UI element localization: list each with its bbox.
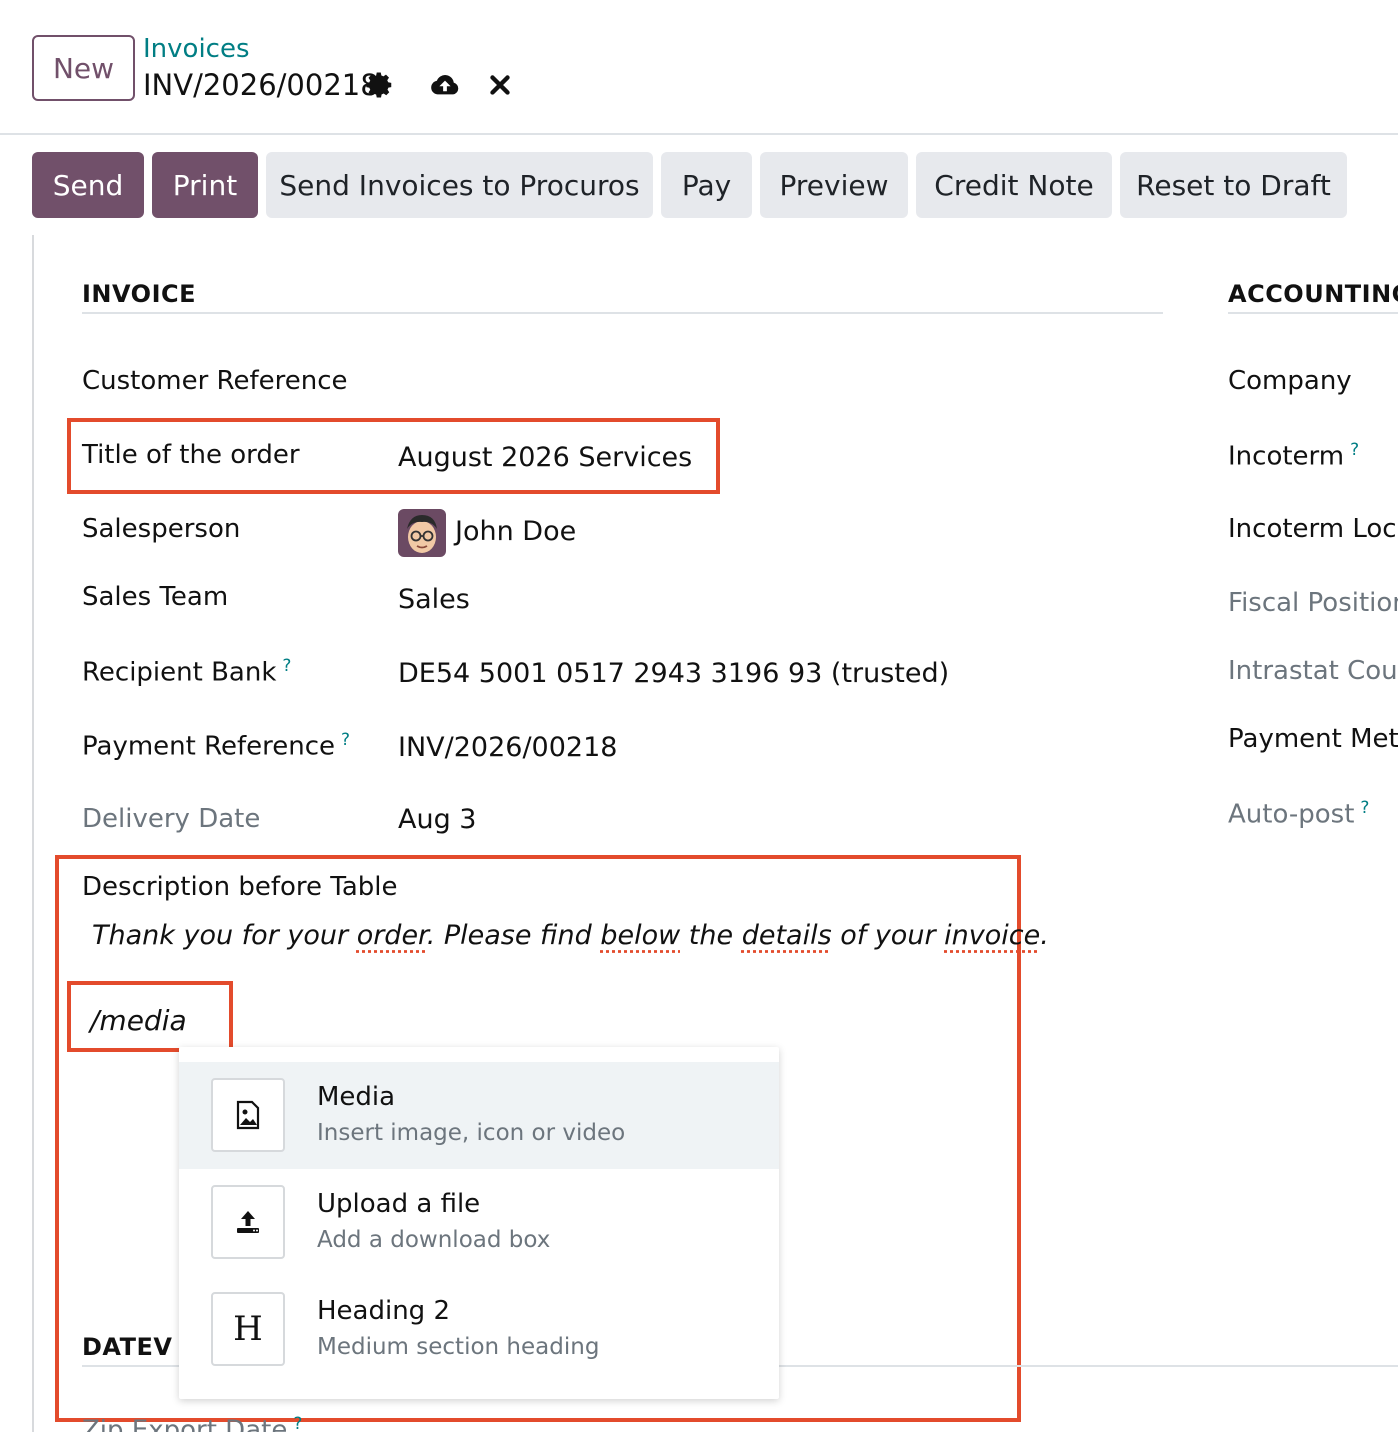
help-icon[interactable]: ? [341,730,350,750]
accounting-section-title: ACCOUNTING [1228,280,1398,308]
breadcrumb-invoices[interactable]: Invoices [143,34,250,64]
powerbox-item-description: Add a download box [317,1227,550,1253]
powerbox-dropdown: Media Insert image, icon or video Upload… [179,1047,779,1399]
powerbox-item-description: Insert image, icon or video [317,1120,625,1146]
delivery-date-label: Delivery Date [82,804,260,834]
gear-icon[interactable] [365,70,395,100]
cloud-upload-icon[interactable] [430,70,460,100]
intrastat-country-label: Intrastat Country [1228,656,1398,686]
editor-command-input[interactable]: /media [90,1004,187,1037]
description-editor-text[interactable]: Thank you for your order. Please find be… [92,920,1049,951]
fiscal-position-label: Fiscal Position [1228,588,1398,618]
description-label: Description before Table [82,872,398,902]
incoterm-location-label: Incoterm Location [1228,514,1398,544]
invoice-section-divider [82,312,1163,314]
powerbox-item-heading2[interactable]: H Heading 2 Medium section heading [179,1276,779,1383]
title-of-order-label: Title of the order [82,440,300,470]
invoice-section-title: INVOICE [82,280,196,308]
reset-to-draft-button[interactable]: Reset to Draft [1120,152,1347,218]
preview-button[interactable]: Preview [760,152,908,218]
powerbox-item-upload[interactable]: Upload a file Add a download box [179,1169,779,1276]
status-bar-buttons: Send Print Send Invoices to Procuros Pay… [32,152,1355,218]
avatar [398,509,446,557]
sales-team-label: Sales Team [82,582,228,612]
close-icon[interactable] [485,70,515,100]
salesperson-label: Salesperson [82,514,240,544]
image-icon [211,1078,285,1152]
help-icon[interactable]: ? [282,656,291,676]
pay-button[interactable]: Pay [661,152,752,218]
company-label: Company [1228,366,1352,396]
powerbox-item-title: Upload a file [317,1189,480,1219]
record-name: INV/2026/00218 [143,68,379,102]
salesperson-value[interactable]: John Doe [455,516,576,547]
payment-reference-value[interactable]: INV/2026/00218 [398,732,617,763]
powerbox-item-title: Heading 2 [317,1296,450,1326]
zip-export-date-label: Zip Export Date? [82,1414,302,1432]
powerbox-item-media[interactable]: Media Insert image, icon or video [179,1062,779,1169]
credit-note-button[interactable]: Credit Note [916,152,1112,218]
payment-method-label: Payment Method [1228,724,1398,754]
recipient-bank-value[interactable]: DE54 5001 0517 2943 3196 93 (trusted) [398,658,949,689]
auto-post-label: Auto-post? [1228,798,1369,830]
recipient-bank-label: Recipient Bank? [82,656,291,688]
powerbox-item-title: Media [317,1082,395,1112]
help-icon[interactable]: ? [1360,798,1369,818]
sales-team-value[interactable]: Sales [398,584,470,615]
accounting-section-divider [1228,312,1398,314]
help-icon[interactable]: ? [1350,440,1359,460]
incoterm-label: Incoterm? [1228,440,1359,472]
send-invoices-procuros-button[interactable]: Send Invoices to Procuros [266,152,653,218]
powerbox-item-description: Medium section heading [317,1334,599,1360]
datev-section-title: DATEV [82,1333,172,1361]
send-button[interactable]: Send [32,152,144,218]
control-panel: New Invoices INV/2026/00218 [0,0,1398,135]
upload-icon [211,1185,285,1259]
payment-reference-label: Payment Reference? [82,730,350,762]
print-button[interactable]: Print [152,152,258,218]
new-button[interactable]: New [32,35,135,101]
delivery-date-value[interactable]: Aug 3 [398,804,476,835]
customer-reference-label: Customer Reference [82,366,347,396]
heading-icon: H [211,1292,285,1366]
title-of-order-value[interactable]: August 2026 Services [398,442,692,473]
help-icon[interactable]: ? [293,1414,302,1432]
